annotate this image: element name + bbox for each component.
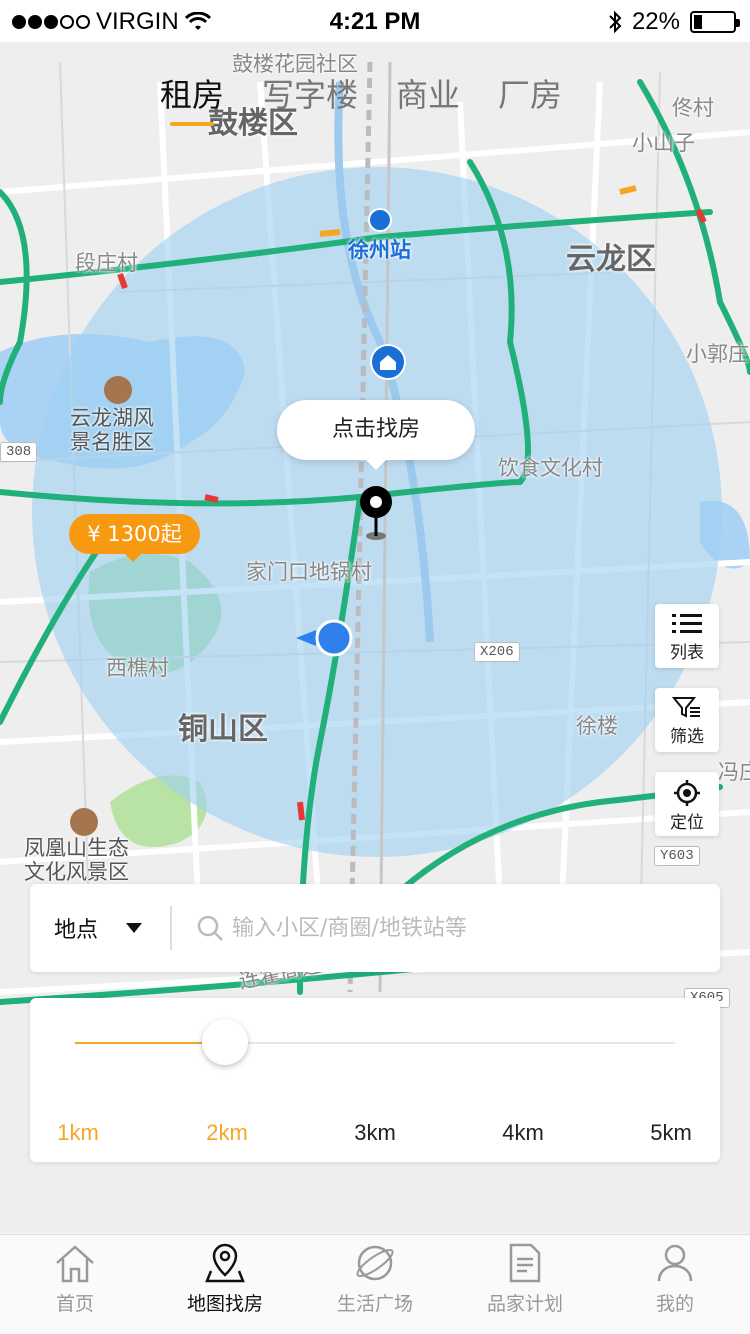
locate-button-label: 定位 [670,813,704,833]
battery-percent: 22% [631,8,680,35]
house-poi-icon[interactable] [370,344,406,380]
user-icon [657,1244,693,1282]
radius-option-5km[interactable]: 5km [621,1120,721,1146]
map-label-yinshi: 饮食文化村 [498,456,603,480]
nav-pinjia-plan-label: 品家计划 [486,1293,563,1315]
station-icon [368,208,392,232]
map-label-xiaoguozhuang: 小郭庄 [686,342,749,366]
find-house-bubble[interactable]: 点击找房 [277,400,475,470]
map-label-feng: 冯庄 [718,760,750,784]
nav-home-label: 首页 [55,1293,94,1315]
map-label-jiamenkou: 家门口地锅村 [246,560,372,584]
list-button-label: 列表 [670,643,704,663]
filter-icon [672,697,700,718]
list-view-button[interactable]: 列表 [655,604,719,668]
nav-pinjia-plan[interactable]: 品家计划 [450,1235,600,1334]
nav-map-search-label: 地图找房 [186,1293,263,1315]
user-location-icon [296,619,353,657]
radius-option-1km[interactable]: 1km [28,1120,128,1146]
tab-factory[interactable]: 厂房 [498,70,562,116]
location-type-select[interactable]: 地点 [54,884,143,972]
search-icon [197,915,223,941]
park-icon [70,808,98,836]
map-pin-icon [205,1243,245,1283]
bottom-nav: 首页 地图找房 生活广场 品家计划 我的 [0,1234,750,1334]
price-marker[interactable]: ¥ 1300起 [69,514,200,562]
locate-icon [674,780,700,806]
search-divider [170,906,172,950]
locate-button[interactable]: 定位 [655,772,719,836]
bluetooth-icon [609,10,622,34]
status-bar: VIRGIN 4:21 PM 22% [0,0,750,42]
search-bar: 地点 [30,884,720,972]
radius-option-4km[interactable]: 4km [473,1120,573,1146]
map-label-xulou: 徐楼 [576,714,618,738]
tab-commercial[interactable]: 商业 [396,70,460,116]
document-icon [509,1243,541,1283]
tab-rent[interactable]: 租房 [160,70,224,126]
radius-slider[interactable] [75,1019,675,1065]
planet-icon [356,1245,394,1281]
nav-profile[interactable]: 我的 [600,1235,750,1334]
map-label-yunlong-lake: 云龙湖风 景名胜区 [70,406,154,454]
map-label-yunlong: 云龙区 [566,242,656,277]
nav-profile-label: 我的 [655,1293,694,1315]
nav-home[interactable]: 首页 [0,1235,150,1334]
nav-life-plaza-label: 生活广场 [336,1293,413,1315]
battery-icon [690,11,740,33]
map-label-tongcun: 佟村 [672,96,714,120]
nav-map-search[interactable]: 地图找房 [150,1235,300,1334]
filter-button[interactable]: 筛选 [655,688,719,752]
radius-options: 1km 2km 3km 4km 5km [30,1120,720,1150]
radius-slider-thumb[interactable] [202,1019,248,1065]
map-pin-icon[interactable] [356,484,396,544]
map-label-tongshan: 铜山区 [178,712,268,747]
road-code-x206: X206 [474,642,520,662]
category-tabs: 租房 写字楼 商业 厂房 [160,70,562,126]
radius-panel: 1km 2km 3km 4km 5km [30,998,720,1162]
road-code-308: 308 [0,442,38,462]
home-icon [56,1245,94,1283]
search-input[interactable] [232,915,712,941]
road-code-y603: Y603 [654,846,700,866]
map-label-xuzhou-station: 徐州站 [348,238,411,262]
radius-option-3km[interactable]: 3km [325,1120,425,1146]
map-label-duanzhuang: 段庄村 [75,251,138,275]
filter-button-label: 筛选 [670,727,704,747]
map-label-fenghuang: 凤凰山生态 文化风景区 [24,836,129,884]
list-icon [672,614,702,633]
location-type-label: 地点 [54,918,99,943]
radius-option-2km[interactable]: 2km [177,1120,277,1146]
map-label-xiqiao: 西樵村 [106,656,169,680]
nav-life-plaza[interactable]: 生活广场 [300,1235,450,1334]
park-icon [104,376,132,404]
dropdown-caret-icon [126,923,143,933]
map-label-xiaoshanzi: 小山子 [632,131,695,155]
tab-office[interactable]: 写字楼 [262,70,358,116]
